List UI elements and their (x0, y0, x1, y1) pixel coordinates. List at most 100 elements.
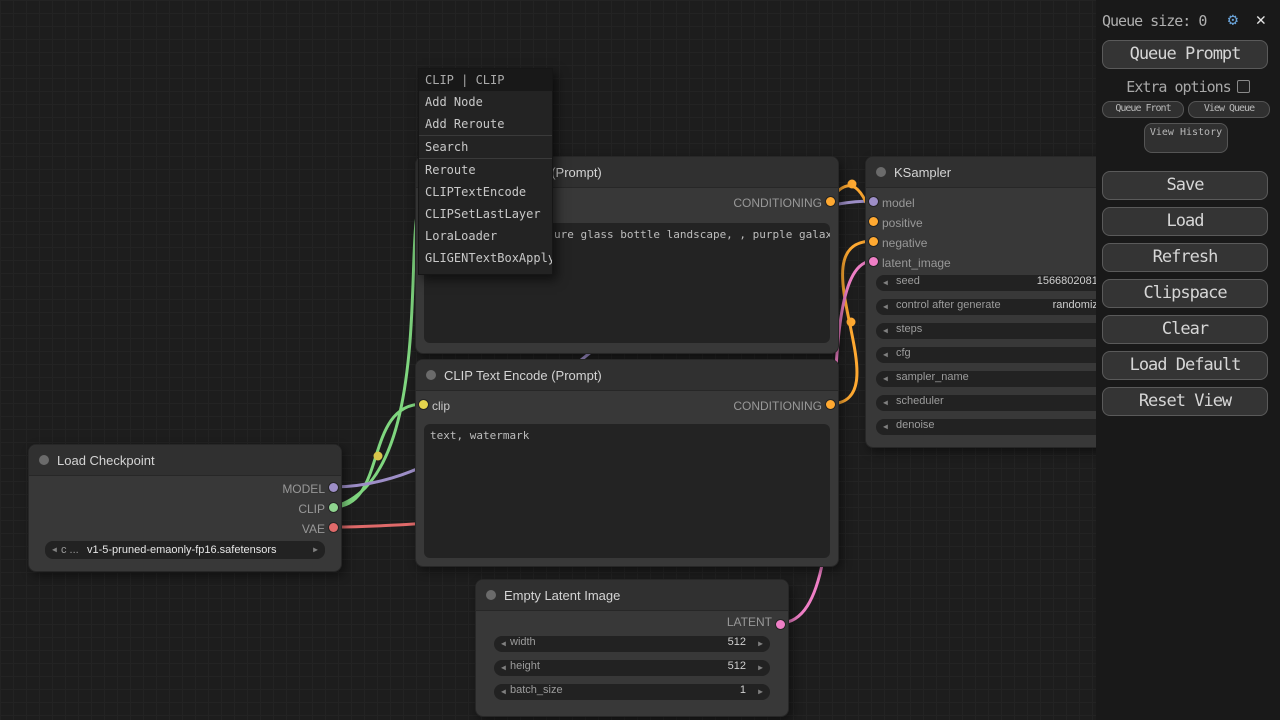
menu-item-reroute[interactable]: Reroute (419, 158, 552, 181)
positive-input-label: positive (882, 215, 923, 231)
decrement-arrow-icon[interactable]: ◀ (883, 395, 888, 411)
decrement-arrow-icon[interactable]: ◀ (883, 275, 888, 291)
widget-label: sampler_name (896, 371, 969, 383)
node-clip-text-encode-negative[interactable]: CLIP Text Encode (Prompt) clip CONDITION… (415, 359, 839, 567)
node-title: Load Checkpoint (57, 453, 155, 468)
context-menu-title: CLIP | CLIP (419, 69, 552, 91)
conditioning-output-port[interactable] (826, 197, 835, 206)
model-output-port[interactable] (329, 483, 338, 492)
save-button[interactable]: Save (1102, 171, 1268, 200)
widget-value: v1-5-pruned-emaonly-fp16.safetensors (87, 541, 277, 559)
decrement-arrow-icon[interactable]: ◀ (501, 636, 506, 652)
conditioning-output-label: CONDITIONING (733, 195, 822, 211)
widget-seed[interactable]: ◀ seed 15668020817 ▶ (876, 275, 1126, 291)
main-menu-panel: Queue size: 0 ⚙ ✕ Queue Prompt Extra opt… (1096, 0, 1280, 720)
widget-control-after-generate[interactable]: ◀ control after generate randomize ▶ (876, 299, 1126, 315)
widget-value: 512 (728, 636, 746, 648)
vae-output-label: VAE (302, 521, 325, 537)
widget-value: 512 (728, 660, 746, 672)
widget-label: batch_size (510, 684, 563, 696)
prev-option-arrow-icon[interactable]: ◀ (52, 541, 57, 559)
extra-options-row: Extra options (1096, 78, 1280, 96)
decrement-arrow-icon[interactable]: ◀ (501, 660, 506, 676)
widget-value: 1 (740, 684, 746, 696)
widget-height[interactable]: ◀ height 512 ▶ (494, 660, 770, 676)
latent-output-label: LATENT (727, 614, 772, 630)
negative-prompt-textarea[interactable]: text, watermark (424, 424, 830, 558)
widget-scheduler[interactable]: ◀ scheduler ▶ (876, 395, 1126, 411)
view-history-button[interactable]: View History (1144, 123, 1228, 153)
negative-input-port[interactable] (869, 237, 878, 246)
decrement-arrow-icon[interactable]: ◀ (883, 299, 888, 315)
widget-label: scheduler (896, 395, 944, 407)
load-button[interactable]: Load (1102, 207, 1268, 236)
conditioning-output-port[interactable] (826, 400, 835, 409)
node-status-dot (39, 455, 49, 465)
widget-label: control after generate (896, 299, 1001, 311)
settings-gear-icon[interactable]: ⚙ (1228, 10, 1238, 30)
menu-item-clipsetlastlayer[interactable]: CLIPSetLastLayer (419, 203, 552, 225)
node-title-bar[interactable]: Empty Latent Image (476, 580, 788, 611)
widget-label: height (510, 660, 540, 672)
menu-item-loraloader[interactable]: LoraLoader (419, 225, 552, 247)
clear-button[interactable]: Clear (1102, 315, 1268, 344)
widget-value: 15668020817 (1037, 275, 1104, 287)
widget-label: denoise (896, 419, 935, 431)
positive-prompt-text: ure glass bottle landscape, , purple gal… (554, 228, 830, 241)
increment-arrow-icon[interactable]: ▶ (758, 636, 763, 652)
widget-batch-size[interactable]: ◀ batch_size 1 ▶ (494, 684, 770, 700)
decrement-arrow-icon[interactable]: ◀ (883, 347, 888, 363)
clipspace-button[interactable]: Clipspace (1102, 279, 1268, 308)
node-empty-latent-image[interactable]: Empty Latent Image LATENT ◀ width 512 ▶ … (475, 579, 789, 717)
decrement-arrow-icon[interactable]: ◀ (501, 684, 506, 700)
node-status-dot (486, 590, 496, 600)
queue-front-button[interactable]: Queue Front (1102, 101, 1184, 118)
positive-input-port[interactable] (869, 217, 878, 226)
next-option-arrow-icon[interactable]: ▶ (313, 541, 318, 559)
refresh-button[interactable]: Refresh (1102, 243, 1268, 272)
node-title-bar[interactable]: Load Checkpoint (29, 445, 341, 476)
vae-output-port[interactable] (329, 523, 338, 532)
latent-image-input-port[interactable] (869, 257, 878, 266)
load-default-button[interactable]: Load Default (1102, 351, 1268, 380)
reset-view-button[interactable]: Reset View (1102, 387, 1268, 416)
menu-item-gligentextboxapply[interactable]: GLIGENTextBoxApply (419, 247, 552, 269)
extra-options-checkbox[interactable] (1237, 80, 1250, 93)
view-queue-button[interactable]: View Queue (1188, 101, 1270, 118)
model-input-label: model (882, 195, 915, 211)
conditioning-output-label: CONDITIONING (733, 398, 822, 414)
widget-sampler-name[interactable]: ◀ sampler_name ▶ (876, 371, 1126, 387)
widget-width[interactable]: ◀ width 512 ▶ (494, 636, 770, 652)
extra-options-label: Extra options (1126, 78, 1230, 96)
widget-label: seed (896, 275, 920, 287)
close-icon[interactable]: ✕ (1256, 10, 1266, 30)
negative-input-label: negative (882, 235, 927, 251)
widget-steps[interactable]: ◀ steps ▶ (876, 323, 1126, 339)
menu-item-add-reroute[interactable]: Add Reroute (419, 113, 552, 135)
widget-denoise[interactable]: ◀ denoise ▶ (876, 419, 1126, 435)
clip-input-port[interactable] (419, 400, 428, 409)
widget-cfg[interactable]: ◀ cfg ▶ (876, 347, 1126, 363)
decrement-arrow-icon[interactable]: ◀ (883, 419, 888, 435)
node-load-checkpoint[interactable]: Load Checkpoint MODEL CLIP VAE ◀ c ... v… (28, 444, 342, 572)
menu-item-cliptextencode[interactable]: CLIPTextEncode (419, 181, 552, 203)
clip-output-label: CLIP (298, 501, 325, 517)
queue-size-label: Queue size: 0 (1102, 12, 1206, 30)
context-menu: CLIP | CLIP Add Node Add Reroute Search … (418, 68, 553, 275)
latent-output-port[interactable] (776, 620, 785, 629)
menu-search-input[interactable]: Search (419, 135, 552, 158)
clip-output-port[interactable] (329, 503, 338, 512)
widget-label: width (510, 636, 536, 648)
node-title: KSampler (894, 165, 951, 180)
node-title: CLIP Text Encode (Prompt) (444, 368, 602, 383)
model-input-port[interactable] (869, 197, 878, 206)
increment-arrow-icon[interactable]: ▶ (758, 660, 763, 676)
decrement-arrow-icon[interactable]: ◀ (883, 323, 888, 339)
increment-arrow-icon[interactable]: ▶ (758, 684, 763, 700)
node-title: Empty Latent Image (504, 588, 620, 603)
node-title-bar[interactable]: CLIP Text Encode (Prompt) (416, 360, 838, 391)
decrement-arrow-icon[interactable]: ◀ (883, 371, 888, 387)
menu-item-add-node[interactable]: Add Node (419, 91, 552, 113)
widget-ckpt-name[interactable]: ◀ c ... v1-5-pruned-emaonly-fp16.safeten… (45, 541, 325, 559)
queue-prompt-button[interactable]: Queue Prompt (1102, 40, 1268, 69)
